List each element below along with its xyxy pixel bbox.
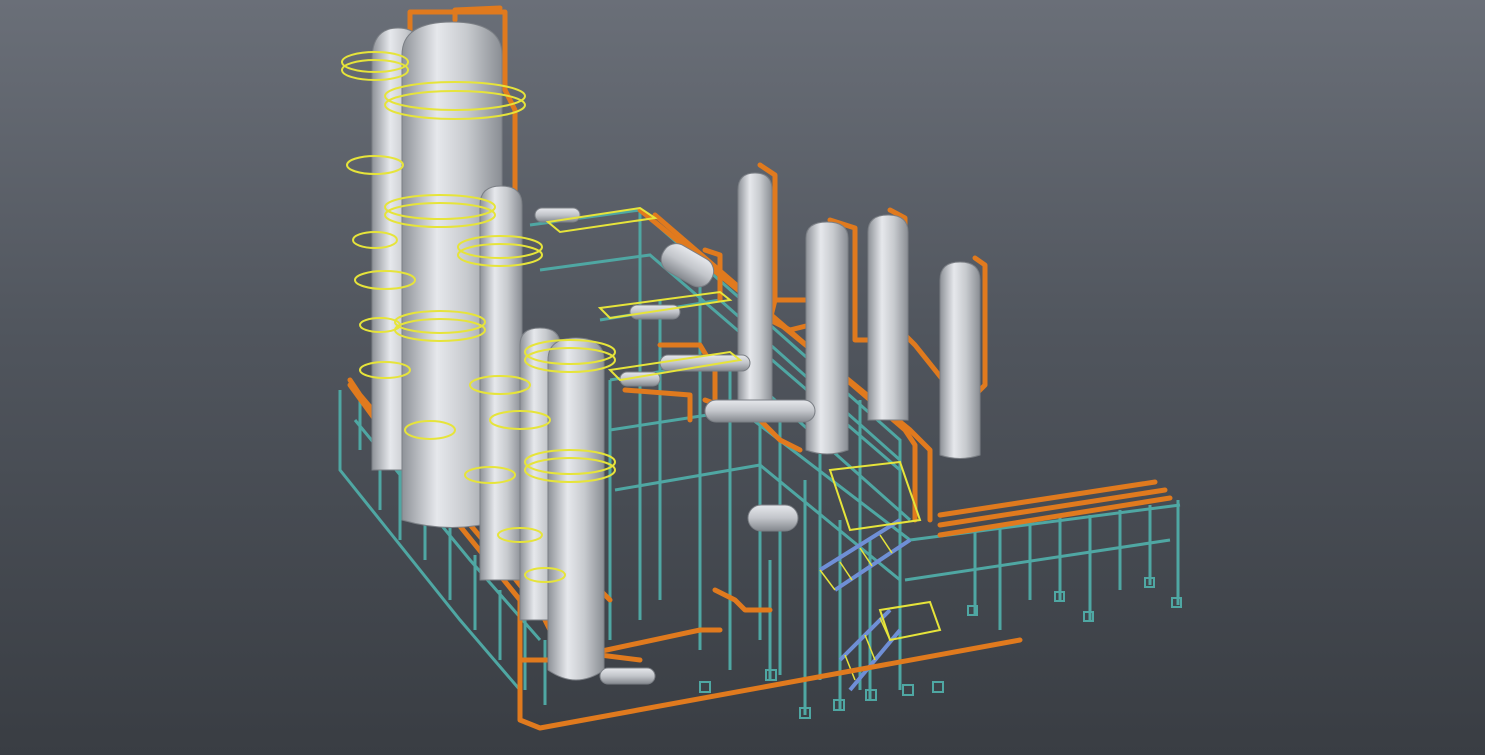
plant-3d-model[interactable]: [0, 0, 1485, 755]
3d-viewport[interactable]: [0, 0, 1485, 755]
